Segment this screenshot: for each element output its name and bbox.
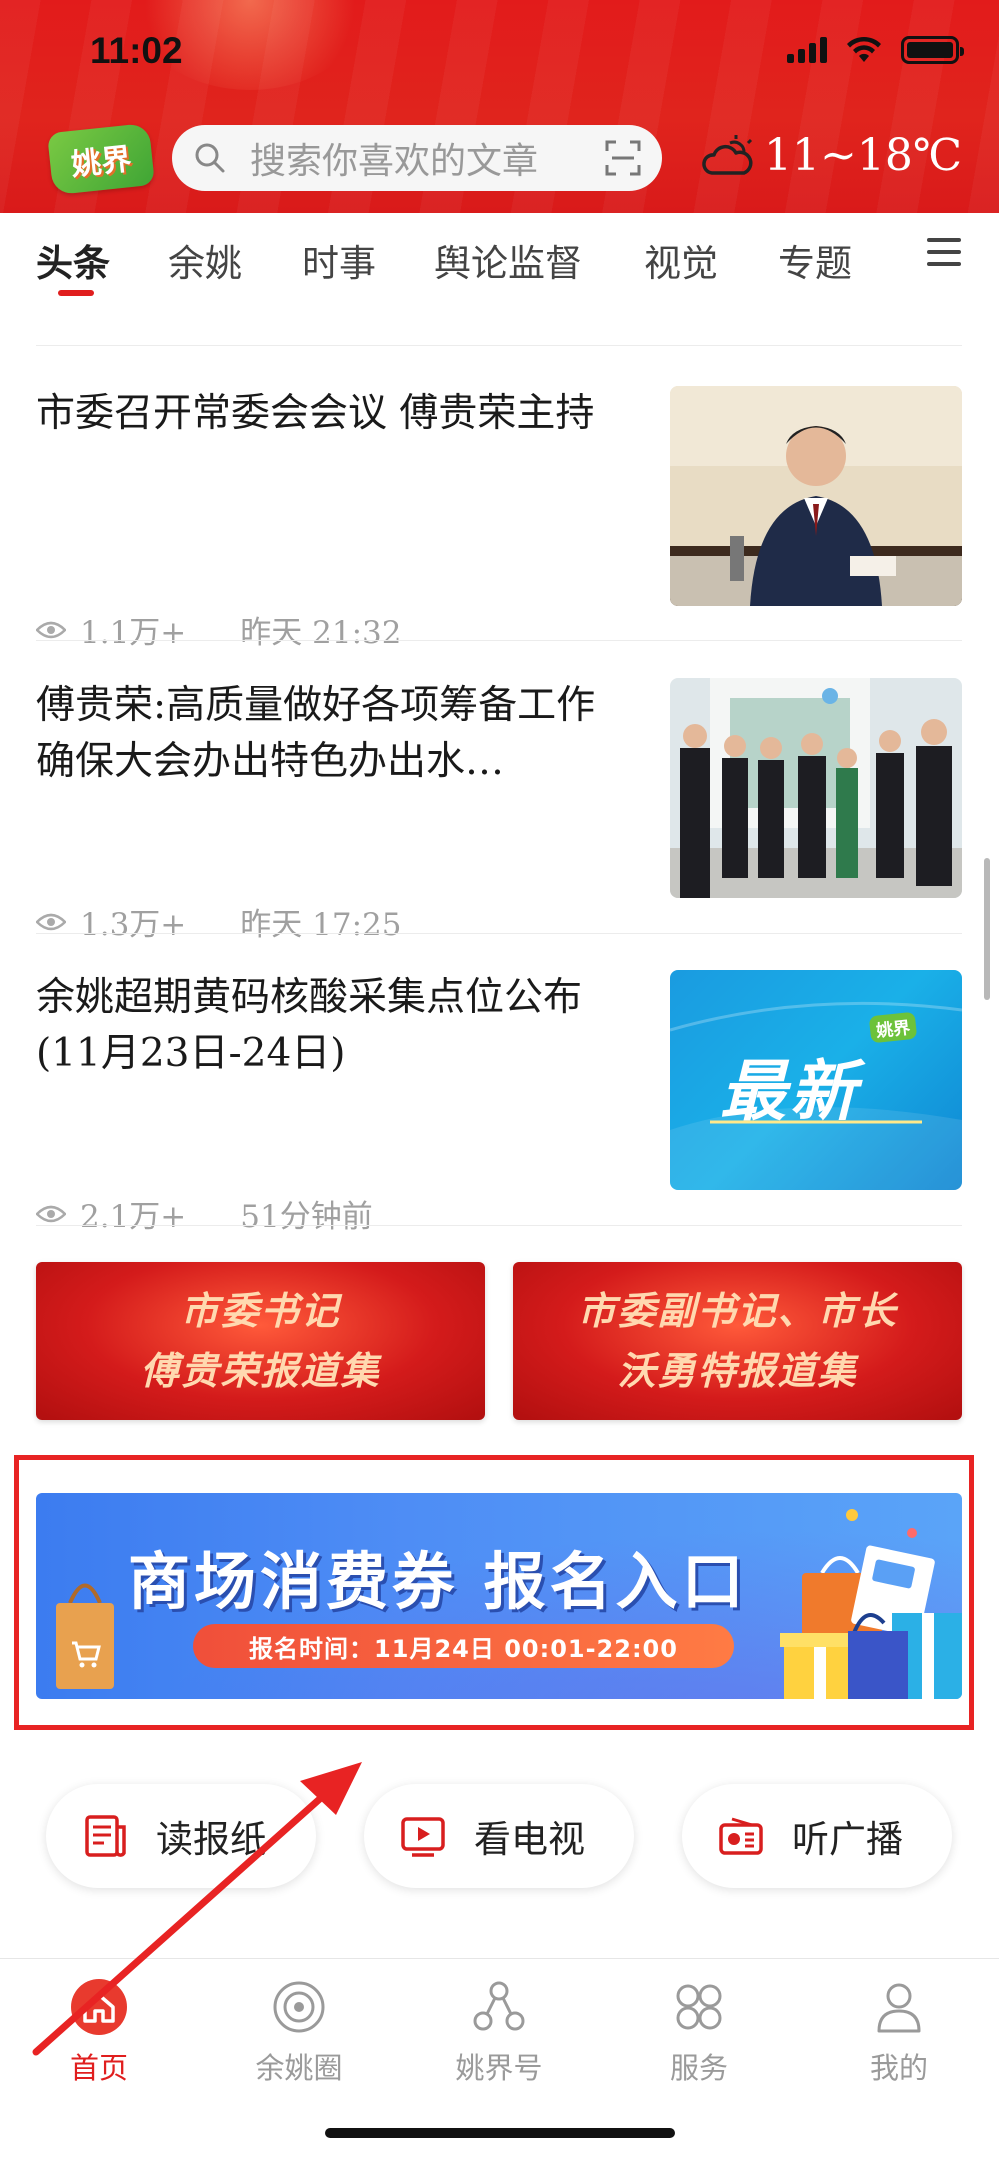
banner-line: 市委书记 <box>180 1288 341 1333</box>
nav-yaojie-accounts[interactable]: 姚界号 <box>429 1977 569 2087</box>
news-thumbnail[interactable]: 姚界 最新 <box>670 970 962 1190</box>
cloudy-sun-icon <box>702 134 753 175</box>
news-title[interactable]: 余姚超期黄码核酸采集点位公布(11月23日-24日) <box>36 970 646 1082</box>
banner-line: 沃勇特报道集 <box>617 1348 858 1393</box>
tab-current-affairs[interactable]: 时事 <box>302 233 376 287</box>
search-icon <box>195 143 225 173</box>
circle-target-icon <box>273 1981 325 2033</box>
search-bar[interactable]: 搜索你喜欢的文章 <box>172 125 662 191</box>
tv-play-icon <box>401 1817 445 1857</box>
scan-icon[interactable] <box>604 139 642 177</box>
coupon-time: 报名时间：11月24日 00:01-22:00 <box>193 1624 734 1668</box>
news-views: 1.1万+ <box>80 615 187 651</box>
tab-public-opinion[interactable]: 舆论监督 <box>434 233 582 287</box>
news-views: 2.1万+ <box>80 1199 187 1235</box>
wifi-icon <box>847 36 881 62</box>
news-meta: 1.1万+ 昨天 21:32 <box>36 607 401 652</box>
home-icon <box>71 1979 127 2035</box>
views-icon <box>36 621 66 638</box>
grid-icon <box>676 1984 722 2030</box>
newspaper-icon <box>85 1815 126 1857</box>
news-title[interactable]: 傅贵荣:高质量做好各项筹备工作 确保大会办出特色办出水… <box>36 678 646 790</box>
read-newspaper-button[interactable]: 读报纸 <box>46 1784 316 1888</box>
nav-label: 我的 <box>869 2051 928 2085</box>
system-icons <box>787 36 964 64</box>
weather-temperature: 11~18℃ <box>764 130 963 181</box>
tab-special-topics[interactable]: 专题 <box>778 233 852 287</box>
news-time: 51分钟前 <box>240 1199 373 1235</box>
category-tabs: 头条 余姚 时事 舆论监督 视觉 专题 <box>0 213 999 313</box>
status-time: 11:02 <box>90 30 183 71</box>
pill-label: 看电视 <box>474 1818 585 1861</box>
mayor-reports-banner[interactable]: 市委副书记、市长 沃勇特报道集 <box>513 1262 962 1420</box>
listen-radio-button[interactable]: 听广播 <box>682 1784 952 1888</box>
news-time: 昨天 17:25 <box>240 907 402 943</box>
cellular-signal-icon <box>787 37 827 63</box>
weather-widget[interactable]: 11~18℃ <box>700 130 962 181</box>
battery-icon <box>901 36 964 64</box>
watch-tv-button[interactable]: 看电视 <box>364 1784 634 1888</box>
app-header: 11:02 姚界 搜索你喜欢的文章 11~18℃ <box>0 0 999 213</box>
divider <box>36 345 962 346</box>
divider <box>36 1225 962 1226</box>
shopping-bag-icon <box>56 1583 114 1689</box>
news-item[interactable]: 市委召开常委会会议 傅贵荣主持 1.1万+ 昨天 21:32 <box>36 386 962 676</box>
latest-badge-text: 最新 <box>720 1053 860 1130</box>
gift-bags-icon <box>780 1509 962 1699</box>
divider <box>36 640 962 641</box>
nav-label: 首页 <box>69 2051 128 2085</box>
party-secretary-reports-banner[interactable]: 市委书记 傅贵荣报道集 <box>36 1262 485 1420</box>
latest-badge-logo: 姚界 <box>868 1011 918 1044</box>
pill-label: 读报纸 <box>156 1818 267 1861</box>
menu-icon[interactable] <box>927 238 961 266</box>
tab-headlines[interactable]: 头条 <box>36 233 110 287</box>
nav-services[interactable]: 服务 <box>629 1977 769 2087</box>
news-thumbnail[interactable] <box>670 386 962 606</box>
search-placeholder: 搜索你喜欢的文章 <box>250 141 539 182</box>
news-meta: 1.3万+ 昨天 17:25 <box>36 899 401 944</box>
nav-me[interactable]: 我的 <box>829 1977 969 2087</box>
banner-line: 市委副书记、市长 <box>577 1288 898 1333</box>
news-time: 昨天 21:32 <box>240 615 402 651</box>
nav-label: 余姚圈 <box>255 2051 343 2085</box>
nav-label: 服务 <box>669 2051 728 2085</box>
news-title[interactable]: 市委召开常委会会议 傅贵荣主持 <box>36 386 646 442</box>
app-logo[interactable]: 姚界 <box>47 122 155 196</box>
nav-yuyao-circle[interactable]: 余姚圈 <box>229 1977 369 2087</box>
news-views: 1.3万+ <box>80 907 187 943</box>
news-item[interactable]: 余姚超期黄码核酸采集点位公布(11月23日-24日) 2.1万+ 51分钟前 姚… <box>36 970 962 1260</box>
views-icon <box>36 1205 66 1222</box>
coupon-title: 商场消费券 报名入口 <box>128 1545 748 1618</box>
tab-yuyao[interactable]: 余姚 <box>168 233 242 287</box>
news-meta: 2.1万+ 51分钟前 <box>36 1191 373 1236</box>
active-tab-indicator <box>58 290 94 296</box>
banner-line: 傅贵荣报道集 <box>140 1348 381 1393</box>
tab-visual[interactable]: 视觉 <box>644 233 718 287</box>
news-item[interactable]: 傅贵荣:高质量做好各项筹备工作 确保大会办出特色办出水… 1.3万+ 昨天 17… <box>36 678 962 968</box>
views-icon <box>36 913 66 930</box>
home-indicator <box>325 2128 675 2138</box>
radio-icon <box>719 1817 763 1855</box>
user-icon <box>877 1983 921 2033</box>
pill-label: 听广播 <box>792 1818 903 1861</box>
scrollbar[interactable] <box>984 858 990 1000</box>
divider <box>36 933 962 934</box>
nav-home[interactable]: 首页 <box>29 1977 169 2087</box>
news-thumbnail[interactable] <box>670 678 962 898</box>
nav-label: 姚界号 <box>455 2051 543 2085</box>
network-nodes-icon <box>473 1981 525 2031</box>
coupon-registration-banner[interactable]: 商场消费券 报名入口 报名时间：11月24日 00:01-22:00 <box>36 1493 962 1699</box>
app-logo-text: 姚界 <box>69 141 134 184</box>
status-bar: 11:02 <box>0 0 999 110</box>
